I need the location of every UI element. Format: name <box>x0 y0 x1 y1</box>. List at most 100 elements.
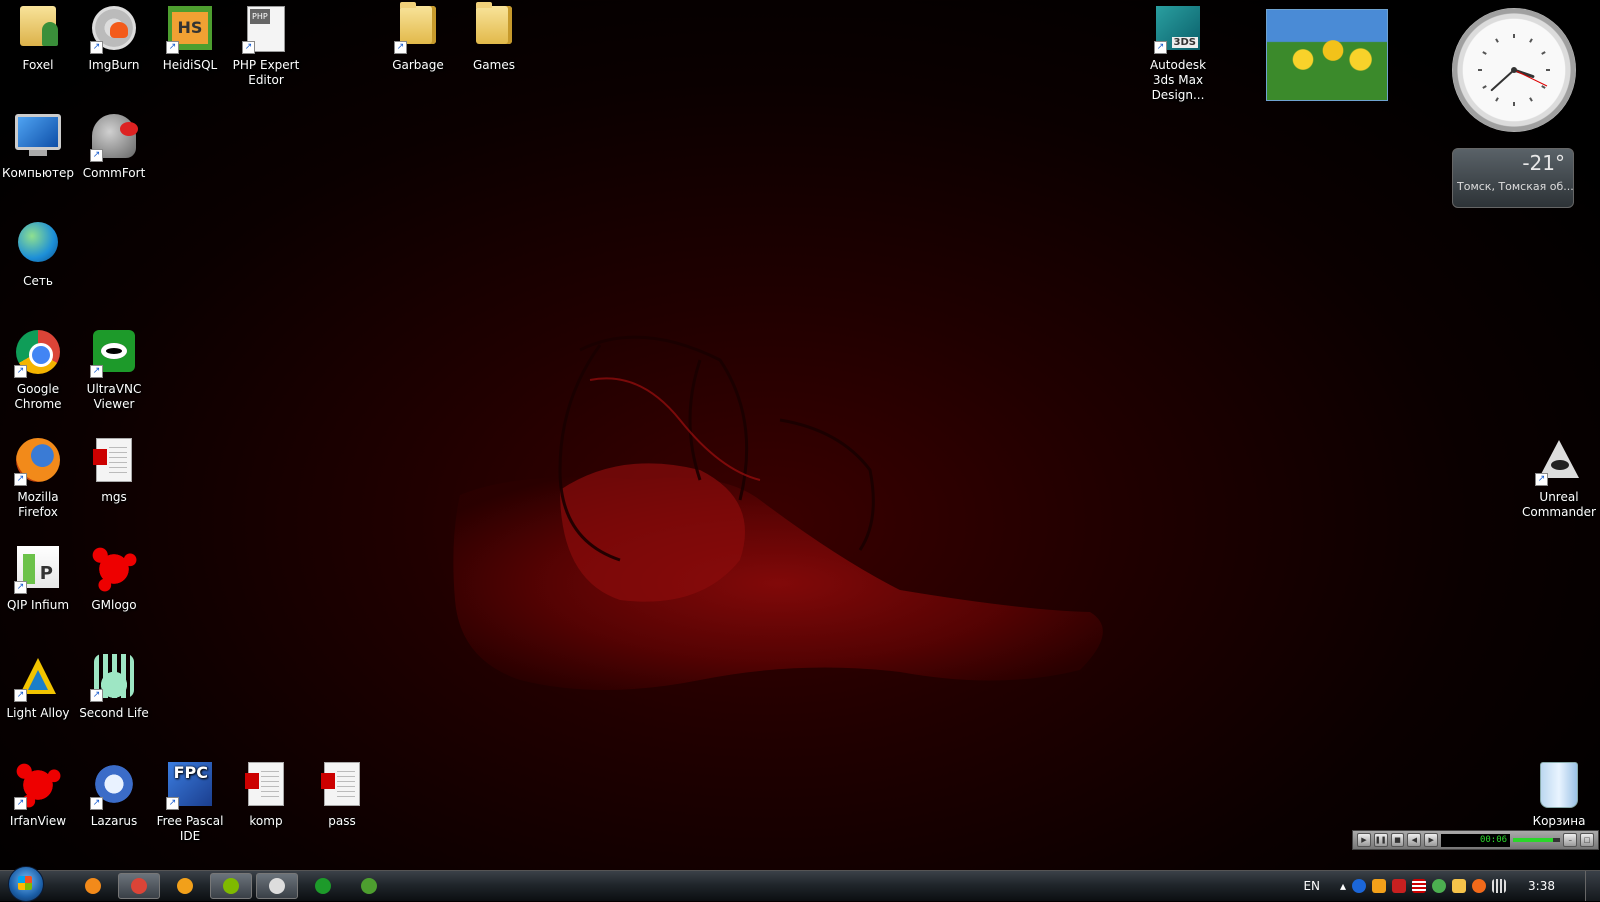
clock-tick <box>1541 51 1546 55</box>
desktop-icon-qip-infium[interactable]: ↗ QIP Infium <box>0 540 76 640</box>
icon-label: Корзина <box>1532 814 1586 828</box>
slideshow-gadget[interactable] <box>1266 9 1388 101</box>
icon-label: pass <box>328 814 356 828</box>
next-icon[interactable]: ▶ <box>1424 833 1439 847</box>
taskbar-clock[interactable]: 3:38 <box>1528 879 1555 893</box>
folder-icon: ↗ <box>394 2 442 54</box>
taskbar-button-heidisql[interactable] <box>348 873 390 899</box>
start-button[interactable] <box>8 866 44 902</box>
desktop-icon-pass[interactable]: pass <box>304 756 380 856</box>
desktop-icon-computer[interactable]: Компьютер <box>0 108 76 208</box>
folder-user-icon <box>14 6 62 54</box>
previous-icon[interactable]: ◀ <box>1407 833 1422 847</box>
unreal-commander-icon: ↗ <box>1535 438 1583 486</box>
shield-red-icon[interactable] <box>1392 879 1407 893</box>
clock-tick <box>1495 97 1499 102</box>
taskbar-button-network-tool[interactable] <box>210 873 252 899</box>
taskbar-button-chrome[interactable] <box>118 873 160 899</box>
weather-gadget[interactable]: -21° Томск, Томская об... <box>1452 148 1574 208</box>
taskbar-button-unreal-commander[interactable] <box>256 873 298 899</box>
icon-label: komp <box>249 814 283 828</box>
red-splat-icon <box>90 546 138 594</box>
icon-label: Компьютер <box>2 166 74 180</box>
clock-tick <box>1482 85 1487 89</box>
show-desktop-button[interactable] <box>1585 871 1600 901</box>
icon-label: PHP Expert Editor <box>232 58 300 87</box>
desktop-icon-lazarus[interactable]: ↗ Lazarus <box>76 756 152 856</box>
desktop-icon-light-alloy[interactable]: ↗ Light Alloy <box>0 648 76 748</box>
icon-label: Games <box>473 58 515 72</box>
desktop-icon-free-pascal-ide[interactable]: FPC ↗ Free Pascal IDE <box>152 756 228 856</box>
chrome-icon <box>131 878 147 894</box>
irfanview-icon: ↗ <box>14 762 62 810</box>
weather-temperature: -21° <box>1522 151 1565 175</box>
icon-label: Garbage <box>392 58 444 72</box>
network-tool-icon <box>223 878 239 894</box>
desktop-icon-unreal-commander[interactable]: ↗ Unreal Commander <box>1520 432 1598 532</box>
desktop-icon-ultravnc[interactable]: ↗ UltraVNC Viewer <box>76 324 152 424</box>
clock-face <box>1478 34 1550 106</box>
clock-tick <box>1482 51 1487 55</box>
desktop-icon-irfanview[interactable]: ↗ IrfanView <box>0 756 76 856</box>
desktop-icon-imgburn[interactable]: ↗ ImgBurn <box>76 0 152 100</box>
volume-slider[interactable] <box>1513 838 1561 842</box>
network-signal-icon[interactable] <box>1492 879 1507 893</box>
fpc-icon: FPC ↗ <box>166 762 214 810</box>
firefox-icon <box>85 878 101 894</box>
computer-icon <box>14 114 62 162</box>
minimize-icon[interactable]: – <box>1563 833 1578 847</box>
taskbar-button-firefox[interactable] <box>72 873 114 899</box>
heidisql-icon: ↗ <box>166 6 214 54</box>
media-time-display: 00:06 <box>1441 833 1511 847</box>
second-life-hand-icon: ↗ <box>90 654 138 702</box>
icon-label: IrfanView <box>9 814 67 828</box>
desktop-icon-firefox[interactable]: ↗ Mozilla Firefox <box>0 432 76 532</box>
desktop-icon-google-chrome[interactable]: ↗ Google Chrome <box>0 324 76 424</box>
firefox-icon: ↗ <box>14 438 62 486</box>
restore-icon[interactable]: □ <box>1580 833 1594 847</box>
desktop-icon-garbage[interactable]: ↗ Garbage <box>380 0 456 100</box>
clock-tick <box>1529 97 1533 102</box>
desktop-icon-heidisql[interactable]: ↗ HeidiSQL <box>152 0 228 100</box>
chat-icon[interactable] <box>1452 879 1467 893</box>
php-document-icon: ↗ <box>242 6 290 54</box>
icon-label: Google Chrome <box>14 382 62 411</box>
desktop-icon-foxel[interactable]: Foxel <box>0 0 76 100</box>
desktop-icon-gmlogo[interactable]: GMlogo <box>76 540 152 640</box>
blue-flash-icon[interactable] <box>1352 879 1367 893</box>
recycle-bin-icon <box>1535 762 1583 810</box>
green-frog-icon[interactable] <box>1432 879 1447 893</box>
icon-label: mgs <box>101 490 127 504</box>
pause-icon[interactable]: ❚❚ <box>1373 833 1388 847</box>
desktop-icon-php-expert-editor[interactable]: ↗ PHP Expert Editor <box>228 0 304 100</box>
light-alloy-icon: ↗ <box>14 654 62 702</box>
language-indicator[interactable]: EN <box>1303 879 1320 893</box>
taskbar-button-ultravnc[interactable] <box>302 873 344 899</box>
3dsmax-icon: ↗ <box>1154 6 1202 54</box>
orange-circle-icon[interactable] <box>1472 879 1487 893</box>
desktop-icon-network[interactable]: Сеть <box>0 216 76 316</box>
chevron-up-icon[interactable]: ▴ <box>1340 879 1346 893</box>
desktop-icon-commfort[interactable]: ↗ CommFort <box>76 108 152 208</box>
play-icon[interactable]: ▶ <box>1357 833 1371 847</box>
network-icon <box>14 222 62 270</box>
document-icon <box>318 762 366 810</box>
desktop-icon-komp[interactable]: komp <box>228 756 304 856</box>
icon-label: Mozilla Firefox <box>17 490 59 519</box>
icon-label: CommFort <box>82 166 146 180</box>
clock-gadget[interactable] <box>1452 8 1576 132</box>
stop-icon[interactable]: ■ <box>1390 833 1405 847</box>
media-player-mini[interactable]: ▶ ❚❚ ■ ◀ ▶ 00:06 – □ <box>1352 830 1599 850</box>
desktop-icon-second-life[interactable]: ↗ Second Life <box>76 648 152 748</box>
desktop-icon-games[interactable]: Games <box>456 0 532 100</box>
icon-label: Unreal Commander <box>1522 490 1596 519</box>
clock-tick <box>1529 38 1533 43</box>
taskbar-button-aimp[interactable] <box>164 873 206 899</box>
weather-city: Томск, Томская об... <box>1457 180 1573 193</box>
flag-us-icon[interactable] <box>1412 879 1427 893</box>
desktop-icon-mgs[interactable]: mgs <box>76 432 152 532</box>
desktop-icon-3dsmax[interactable]: ↗ Autodesk 3ds Max Design... <box>1139 0 1217 102</box>
media-orange-icon[interactable] <box>1372 879 1387 893</box>
system-tray: EN ▴ 3:38 <box>1303 879 1585 893</box>
icon-label: Second Life <box>79 706 149 720</box>
